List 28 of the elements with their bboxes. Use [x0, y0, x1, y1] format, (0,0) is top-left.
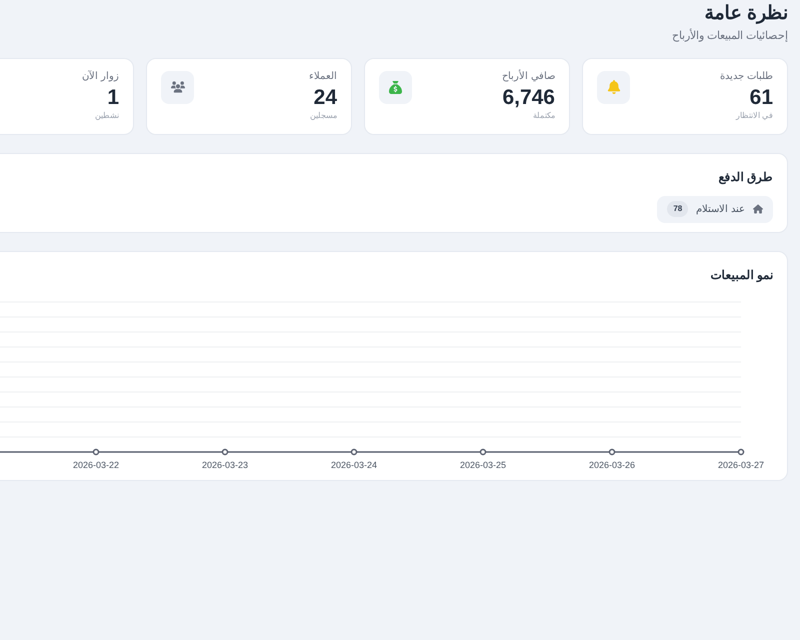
stat-value: 1 — [107, 84, 119, 110]
stat-label: صافي الأرباح — [502, 70, 555, 82]
bell-icon — [606, 80, 620, 94]
money-bag-icon — [389, 80, 402, 94]
count-badge: 78 — [667, 201, 688, 217]
x-axis-label: 2026-03-27 — [718, 460, 764, 470]
stat-value: 6,746 — [502, 84, 555, 110]
users-icon — [170, 80, 184, 94]
page-title: نظرة عامة — [704, 2, 788, 26]
stat-value: 61 — [750, 84, 773, 110]
stat-note: في الانتظار — [736, 110, 773, 120]
stat-label: طلبات جديدة — [720, 70, 773, 82]
x-axis-label: 2026-03-26 — [588, 460, 636, 470]
stat-label: العملاء — [309, 70, 337, 82]
x-axis-label: 2026-03-22 — [72, 460, 120, 470]
x-axis-label: 2026-03-25 — [460, 460, 506, 470]
payment-method-label: عند الاستلام — [696, 202, 745, 216]
x-axis-label: 2026-03-23 — [202, 460, 248, 470]
card-title: نمو المبيعات — [710, 266, 773, 284]
card-title: طرق الدفع — [718, 168, 773, 186]
stat-note: نشطين — [95, 110, 119, 120]
house-icon — [753, 204, 763, 214]
stat-note: مسجلين — [310, 110, 337, 120]
page-subtitle: إحصائيات المبيعات والأرباح — [670, 28, 788, 44]
stat-note: مكتملة — [533, 110, 555, 120]
x-axis-label: 2026-03-24 — [330, 460, 378, 470]
stat-value: 24 — [314, 84, 337, 110]
stat-label: زوار الآن — [82, 70, 119, 82]
